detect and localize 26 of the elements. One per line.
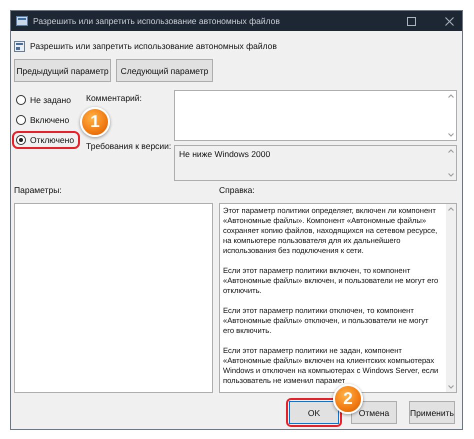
policy-name: Разрешить или запретить использование автономных файлов: [30, 41, 277, 51]
nav-button[interactable]: Следующий параметр: [116, 59, 213, 82]
options-label: Параметры:: [14, 185, 62, 195]
help-label: Справка:: [219, 185, 255, 195]
nav-button[interactable]: Предыдущий параметр: [14, 59, 111, 82]
scroll-up-icon[interactable]: [448, 207, 454, 211]
policy-icon: [14, 40, 25, 52]
scroll-down-icon[interactable]: [448, 173, 454, 177]
scroll-down-icon[interactable]: [448, 385, 454, 389]
dialog-button[interactable]: Отмена: [351, 401, 397, 424]
requirements-label: Требования к версии:: [86, 141, 172, 151]
radio-option[interactable]: Отключено: [14, 133, 78, 147]
requirements-field: Не ниже Windows 2000: [174, 145, 457, 181]
scroll-up-icon[interactable]: [448, 149, 454, 153]
comment-field[interactable]: [174, 90, 457, 141]
step-badge: 1: [80, 107, 110, 137]
scroll-down-icon[interactable]: [448, 133, 454, 137]
policy-icon: [16, 16, 28, 26]
comment-label: Комментарий:: [86, 93, 143, 103]
window-title: Разрешить или запретить использование автономных файлов: [33, 16, 281, 26]
close-icon[interactable]: [445, 16, 454, 26]
maximize-icon[interactable]: [407, 16, 416, 26]
scroll-up-icon[interactable]: [448, 94, 454, 98]
dialog-button[interactable]: OK: [289, 401, 339, 424]
radio-option[interactable]: Не задано: [14, 93, 75, 107]
dialog-button[interactable]: Применить: [409, 401, 455, 424]
